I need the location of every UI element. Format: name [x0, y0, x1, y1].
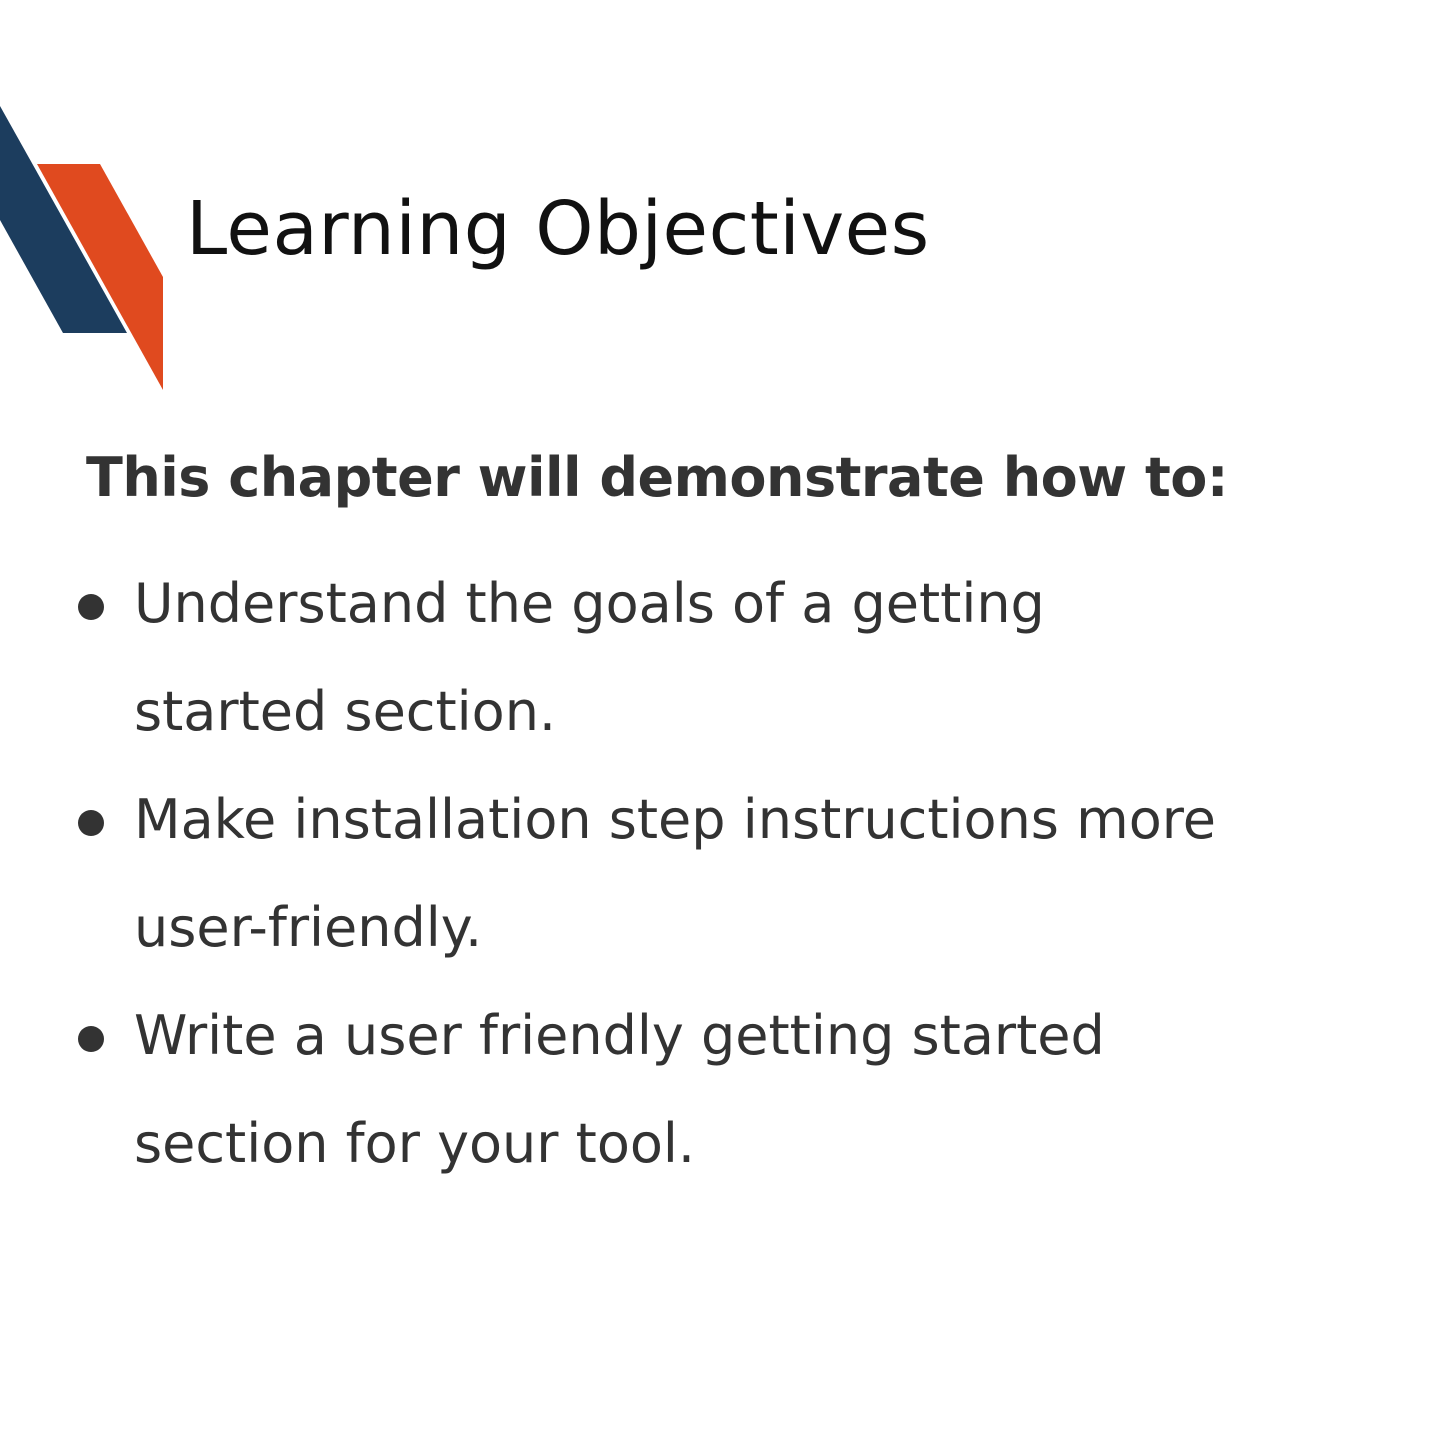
intro-heading: This chapter will demonstrate how to: [86, 446, 1228, 509]
slide-title: Learning Objectives [186, 186, 930, 272]
list-item: Understand the goals of a getting starte… [0, 550, 1354, 766]
bullet-icon [78, 810, 104, 836]
item-text: Write a user friendly getting started [134, 1004, 1105, 1067]
item-text: Make installation step instructions more [134, 788, 1216, 851]
bullet-icon [78, 1026, 104, 1052]
bullet-icon [78, 594, 104, 620]
item-text: user-friendly. [134, 896, 483, 959]
item-text: started section. [134, 680, 557, 743]
list-item: Make installation step instructions more… [0, 766, 1354, 982]
item-text: section for your tool. [134, 1112, 696, 1175]
list-item: Write a user friendly getting started se… [0, 982, 1354, 1198]
logo-stripes [0, 106, 163, 390]
item-text: Understand the goals of a getting [134, 572, 1045, 635]
objectives-list: Understand the goals of a getting starte… [0, 550, 1440, 1198]
